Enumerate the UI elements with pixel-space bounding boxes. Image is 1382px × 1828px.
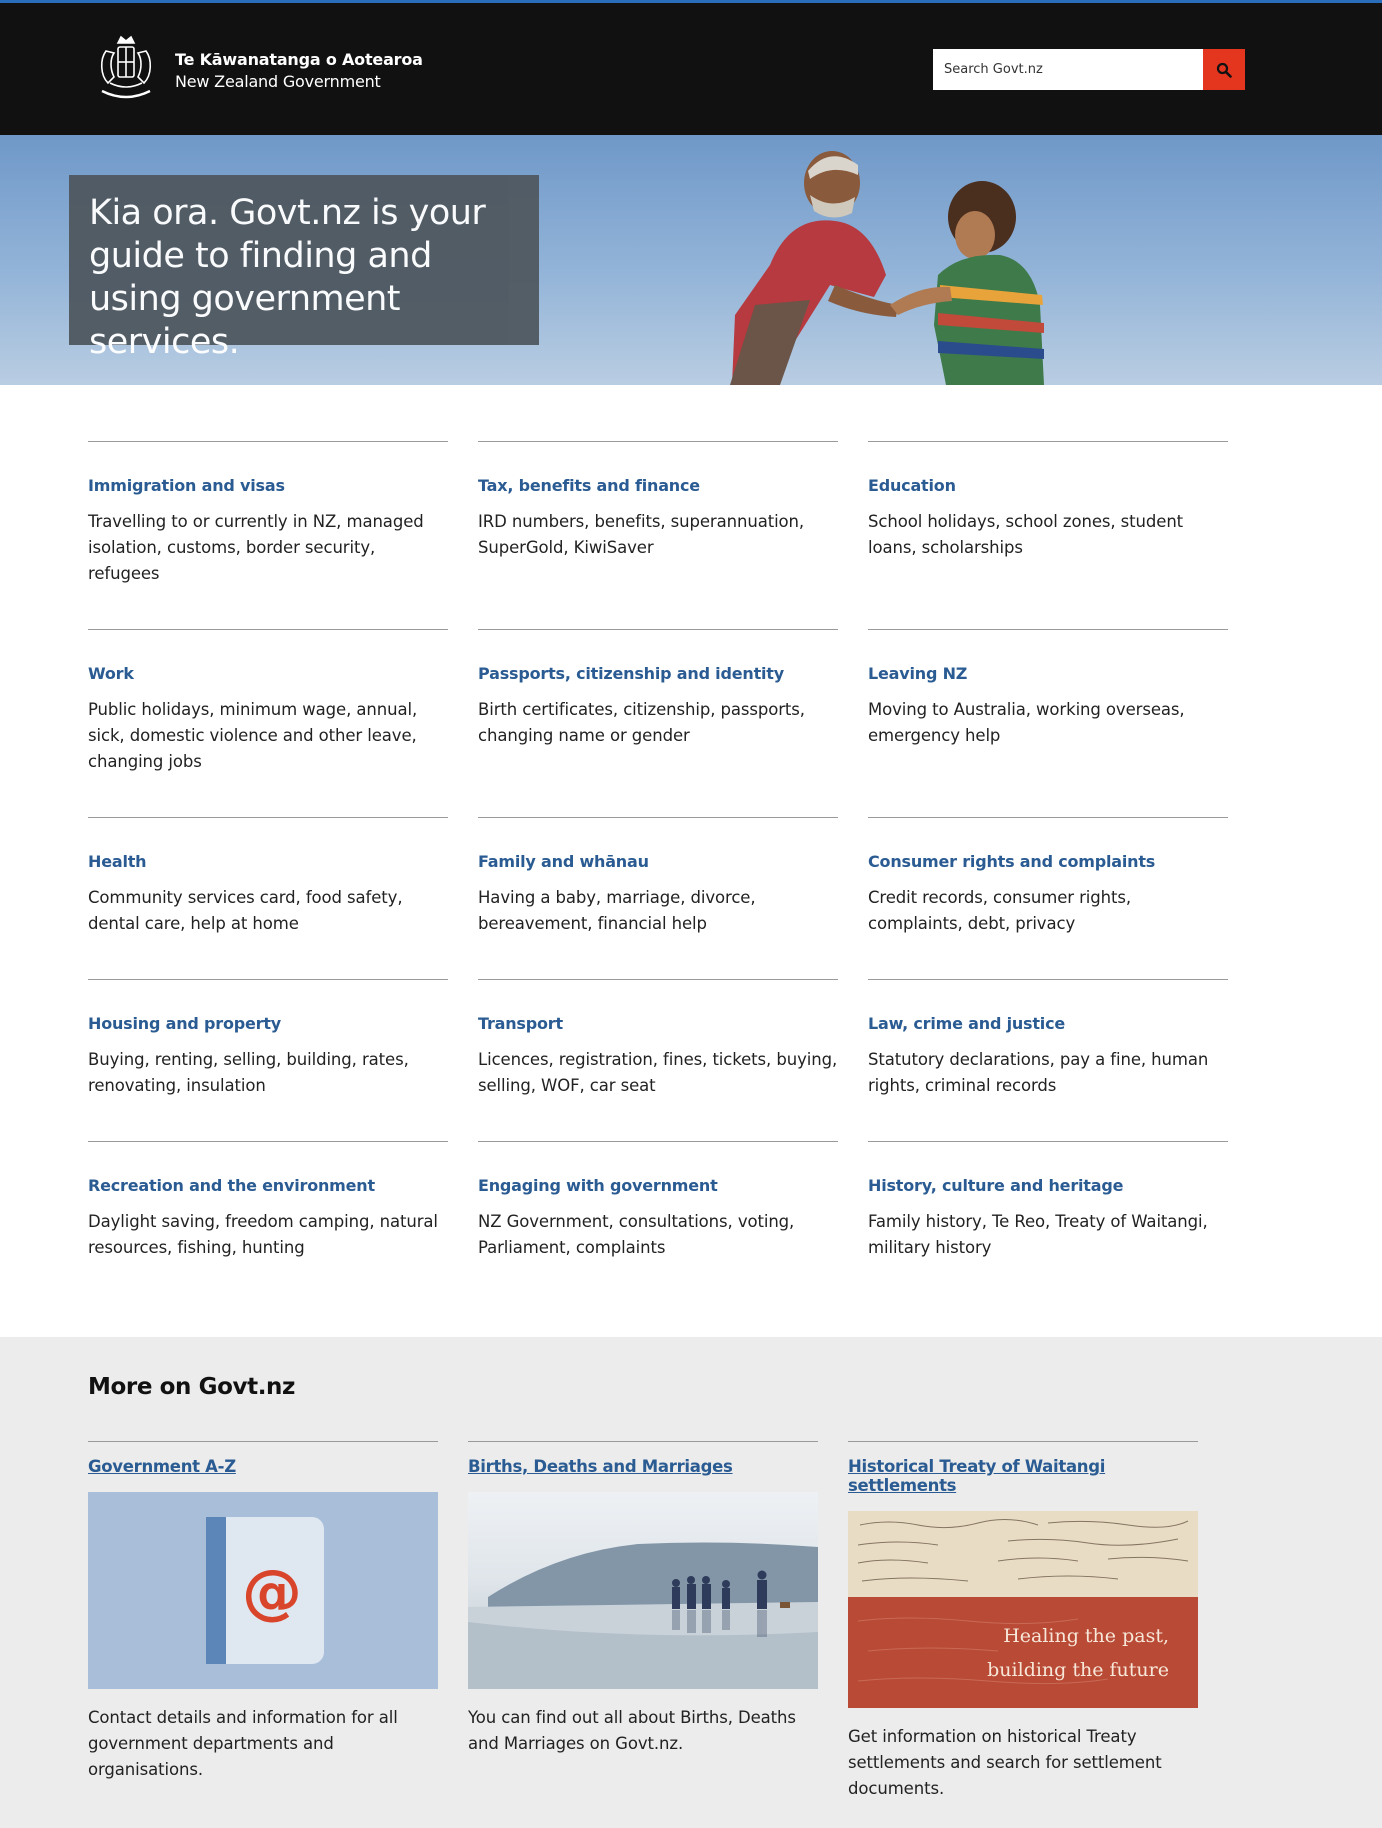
hero-heading: Kia ora. Govt.nz is your guide to findin… (89, 193, 486, 362)
logo-maori-name: Te Kāwanatanga o Aotearoa (175, 49, 423, 69)
topic-link[interactable]: Education (868, 476, 1228, 495)
topic-link[interactable]: Immigration and visas (88, 476, 448, 495)
topic-description: Having a baby, marriage, divorce, bereav… (478, 888, 756, 933)
govt-logo[interactable]: Te Kāwanatanga o Aotearoa New Zealand Go… (88, 33, 423, 107)
topic-tax-benefits-and-finance: Tax, benefits and finance IRD numbers, be… (478, 441, 838, 629)
government-a-z-image[interactable]: @ (88, 1492, 438, 1689)
topic-description: Travelling to or currently in NZ, manage… (88, 512, 424, 583)
topic-link[interactable]: Engaging with government (478, 1176, 838, 1195)
topic-description: Buying, renting, selling, building, rate… (88, 1050, 409, 1095)
more-cards: Government A-Z @ Contact details and inf… (88, 1441, 1228, 1802)
topic-health: Health Community services card, food safe… (88, 817, 448, 979)
treaty-settlements-desc: Get information on historical Treaty set… (848, 1727, 1162, 1798)
address-book-icon: @ (206, 1517, 324, 1664)
government-a-z-desc: Contact details and information for all … (88, 1708, 398, 1779)
hero-photo-grandfather-and-child (730, 151, 1044, 385)
topic-link[interactable]: Passports, citizenship and identity (478, 664, 838, 683)
topic-description: Community services card, food safety, de… (88, 888, 403, 933)
card-births-deaths-marriages: Births, Deaths and Marriages You can fin… (468, 1441, 818, 1802)
topic-link[interactable]: Tax, benefits and finance (478, 476, 838, 495)
treaty-settlements-link[interactable]: Historical Treaty of Waitangi settlement… (848, 1457, 1105, 1495)
topic-link[interactable]: Family and whānau (478, 852, 838, 871)
treaty-caption-line1: Healing the past, (1003, 1625, 1169, 1647)
search-button[interactable] (1203, 49, 1245, 90)
topic-law-crime-and-justice: Law, crime and justice Statutory declarat… (868, 979, 1228, 1141)
topic-description: Credit records, consumer rights, complai… (868, 888, 1131, 933)
topic-immigration-and-visas: Immigration and visas Travelling to or cu… (88, 441, 448, 629)
topic-transport: Transport Licences, registration, fines, … (478, 979, 838, 1141)
svg-text:@: @ (242, 1557, 302, 1627)
topic-link[interactable]: Housing and property (88, 1014, 448, 1033)
topic-link[interactable]: History, culture and heritage (868, 1176, 1228, 1195)
topic-grid-section: Immigration and visas Travelling to or cu… (0, 385, 1382, 1390)
topic-description: Daylight saving, freedom camping, natura… (88, 1212, 438, 1257)
topic-work: Work Public holidays, minimum wage, annua… (88, 629, 448, 817)
topic-description: Statutory declarations, pay a fine, huma… (868, 1050, 1209, 1095)
search-input[interactable] (933, 49, 1203, 90)
births-deaths-marriages-desc: You can find out all about Births, Death… (468, 1708, 796, 1753)
beach-walk-photo[interactable] (468, 1492, 818, 1689)
topic-description: School holidays, school zones, student l… (868, 512, 1184, 557)
hero-banner: Kia ora. Govt.nz is your guide to findin… (0, 135, 1382, 385)
topic-link[interactable]: Law, crime and justice (868, 1014, 1228, 1033)
topic-description: Birth certificates, citizenship, passpor… (478, 700, 805, 745)
card-government-a-z: Government A-Z @ Contact details and inf… (88, 1441, 438, 1802)
topic-grid: Immigration and visas Travelling to or cu… (88, 441, 1382, 1305)
topic-consumer-rights-and-complaints: Consumer rights and complaints Credit rec… (868, 817, 1228, 979)
card-treaty-settlements: Historical Treaty of Waitangi settlement… (848, 1441, 1198, 1802)
topic-passports-citizenship-and-identity: Passports, citizenship and identity Birth… (478, 629, 838, 817)
treaty-caption-line2: building the future (987, 1659, 1169, 1681)
government-a-z-link[interactable]: Government A-Z (88, 1457, 236, 1476)
more-on-govt-section: More on Govt.nz Government A-Z @ Contact… (0, 1337, 1382, 1828)
topic-leaving-nz: Leaving NZ Moving to Australia, working o… (868, 629, 1228, 817)
topic-link[interactable]: Transport (478, 1014, 838, 1033)
topic-description: Moving to Australia, working overseas, e… (868, 700, 1185, 745)
births-deaths-marriages-link[interactable]: Births, Deaths and Marriages (468, 1457, 733, 1476)
topic-description: Licences, registration, fines, tickets, … (478, 1050, 838, 1095)
topic-link[interactable]: Consumer rights and complaints (868, 852, 1228, 871)
search-form (933, 49, 1245, 90)
topic-link[interactable]: Work (88, 664, 448, 683)
topic-education: Education School holidays, school zones, … (868, 441, 1228, 629)
treaty-settlements-image[interactable]: Healing the past, building the future (848, 1511, 1198, 1708)
topic-description: IRD numbers, benefits, superannuation, S… (478, 512, 805, 557)
hero-heading-box: Kia ora. Govt.nz is your guide to findin… (69, 175, 539, 362)
search-icon (1216, 62, 1232, 78)
coat-of-arms-icon (100, 35, 152, 99)
treaty-image-caption: Healing the past, building the future (987, 1619, 1169, 1687)
topic-family-and-wh-nau: Family and whānau Having a baby, marriage… (478, 817, 838, 979)
topic-history-culture-and-heritage: History, culture and heritage Family hist… (868, 1141, 1228, 1305)
topic-description: Family history, Te Reo, Treaty of Waitan… (868, 1212, 1208, 1257)
topic-link[interactable]: Leaving NZ (868, 664, 1228, 683)
topic-link[interactable]: Health (88, 852, 448, 871)
more-heading: More on Govt.nz (88, 1374, 295, 1400)
topic-housing-and-property: Housing and property Buying, renting, sel… (88, 979, 448, 1141)
site-header: Te Kāwanatanga o Aotearoa New Zealand Go… (0, 3, 1382, 135)
topic-engaging-with-government: Engaging with government NZ Government, c… (478, 1141, 838, 1305)
topic-description: NZ Government, consultations, voting, Pa… (478, 1212, 795, 1257)
topic-recreation-and-the-environment: Recreation and the environment Daylight s… (88, 1141, 448, 1305)
logo-english-name: New Zealand Government (175, 71, 381, 91)
topic-description: Public holidays, minimum wage, annual, s… (88, 700, 418, 771)
topic-link[interactable]: Recreation and the environment (88, 1176, 448, 1195)
